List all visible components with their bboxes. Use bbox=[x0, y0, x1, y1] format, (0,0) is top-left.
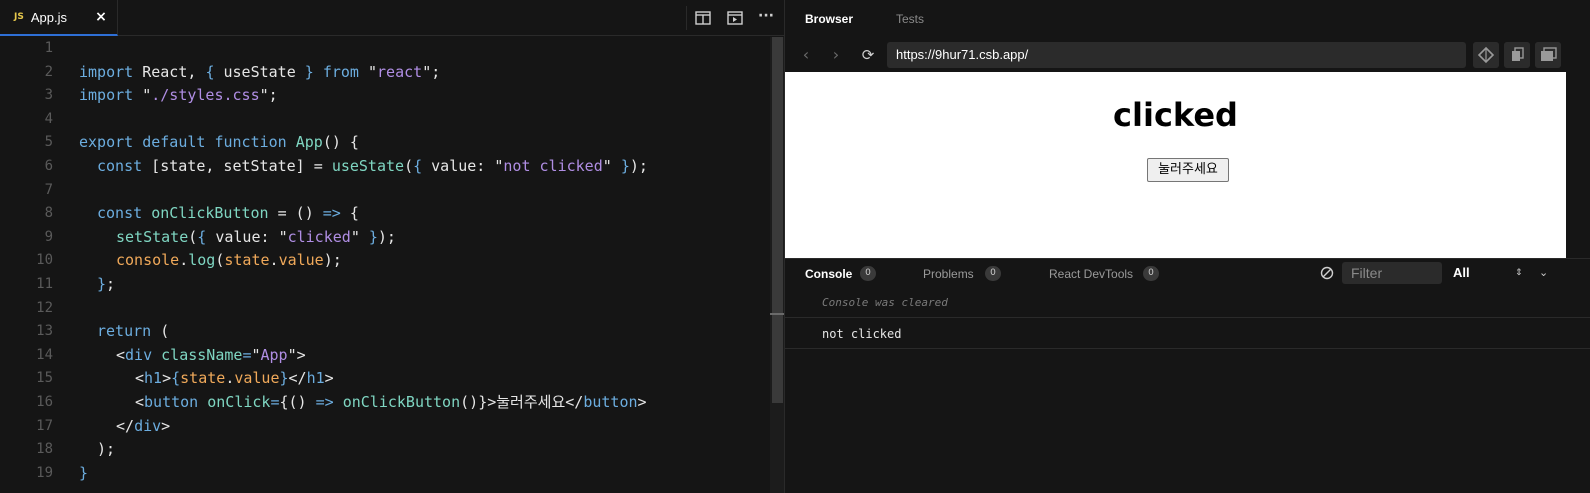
line-number: 15 bbox=[36, 370, 53, 387]
line-number: 10 bbox=[36, 252, 53, 269]
preview-click-button[interactable]: 눌러주세요 bbox=[1147, 158, 1229, 182]
problems-count-badge: 0 bbox=[985, 266, 1001, 281]
console-count-badge: 0 bbox=[860, 266, 876, 281]
chevron-down-icon[interactable]: ⌄ bbox=[1539, 262, 1548, 284]
close-icon[interactable]: × bbox=[94, 10, 108, 24]
line-number: 8 bbox=[44, 205, 53, 222]
line-number: 12 bbox=[36, 299, 53, 316]
forward-icon[interactable]: › bbox=[827, 46, 845, 64]
line-number: 13 bbox=[36, 323, 53, 340]
line-number: 4 bbox=[44, 110, 53, 127]
tab-problems[interactable]: Problems bbox=[923, 267, 974, 281]
preview-heading: clicked bbox=[1113, 96, 1238, 134]
line-number: 3 bbox=[44, 87, 53, 104]
tab-app-js[interactable]: JS App.js × bbox=[0, 0, 118, 36]
console-output: Console was cleared not clicked bbox=[785, 288, 1590, 493]
new-window-icon[interactable] bbox=[1535, 42, 1561, 68]
tab-react-devtools[interactable]: React DevTools bbox=[1049, 267, 1133, 281]
preview-scrollbar[interactable] bbox=[1566, 72, 1590, 258]
line-number: 11 bbox=[36, 276, 53, 292]
line-number: 17 bbox=[36, 417, 53, 434]
clear-console-icon[interactable] bbox=[1320, 266, 1334, 280]
select-arrows-icon: ⇕ bbox=[1515, 268, 1523, 278]
tab-tests[interactable]: Tests bbox=[896, 12, 924, 26]
scrollbar-cursor-marker bbox=[770, 313, 784, 315]
console-cleared-message: Console was cleared bbox=[822, 296, 948, 309]
tab-console[interactable]: Console bbox=[805, 267, 852, 281]
line-number: 5 bbox=[44, 134, 53, 151]
line-number: 9 bbox=[44, 228, 53, 245]
line-number: 6 bbox=[44, 158, 53, 174]
address-bar-row: ‹ › ⟳ https://9hur71.csb.app/ bbox=[785, 38, 1590, 72]
open-in-new-window-icon[interactable] bbox=[1473, 42, 1499, 68]
split-view-icon[interactable] bbox=[695, 11, 711, 25]
line-number: 18 bbox=[36, 441, 53, 458]
code-area[interactable]: 1 import React, { useState } from "react… bbox=[0, 37, 770, 493]
back-icon[interactable]: ‹ bbox=[797, 46, 815, 64]
line-number: 7 bbox=[44, 181, 53, 198]
console-log-text: not clicked bbox=[822, 327, 902, 341]
preview-tab-bar: Browser Tests bbox=[785, 0, 1590, 38]
tab-filename: App.js bbox=[30, 9, 67, 25]
js-file-icon: JS bbox=[14, 12, 24, 22]
line-number: 16 bbox=[36, 394, 53, 410]
divider bbox=[686, 6, 687, 30]
console-filter-input[interactable]: Filter bbox=[1342, 262, 1442, 284]
tab-browser[interactable]: Browser bbox=[805, 12, 853, 26]
console-log-entry: not clicked bbox=[785, 319, 1590, 349]
editor-tab-bar: JS App.js × ··· bbox=[0, 0, 784, 36]
devtools-count-badge: 0 bbox=[1143, 266, 1159, 281]
line-number: 14 bbox=[36, 346, 53, 363]
copy-icon[interactable] bbox=[1504, 42, 1530, 68]
reload-icon[interactable]: ⟳ bbox=[859, 46, 877, 64]
console-tab-bar: Console 0 Problems 0 React DevTools 0 Fi… bbox=[785, 258, 1590, 288]
url-input[interactable]: https://9hur71.csb.app/ bbox=[887, 42, 1466, 68]
line-number: 1 bbox=[44, 40, 53, 56]
more-icon[interactable]: ··· bbox=[758, 8, 776, 24]
browser-preview-frame: clicked 눌러주세요 bbox=[785, 72, 1566, 258]
preview-pane: Browser Tests ‹ › ⟳ https://9hur71.csb.a… bbox=[785, 0, 1590, 493]
console-log-entry: Console was cleared bbox=[785, 288, 1590, 318]
editor-scrollbar-thumb[interactable] bbox=[772, 37, 783, 403]
preview-icon[interactable] bbox=[727, 11, 743, 25]
line-number: 2 bbox=[44, 63, 53, 80]
line-number: 19 bbox=[36, 464, 53, 481]
code-editor-pane: JS App.js × ··· 1 import React, { useSta… bbox=[0, 0, 784, 493]
